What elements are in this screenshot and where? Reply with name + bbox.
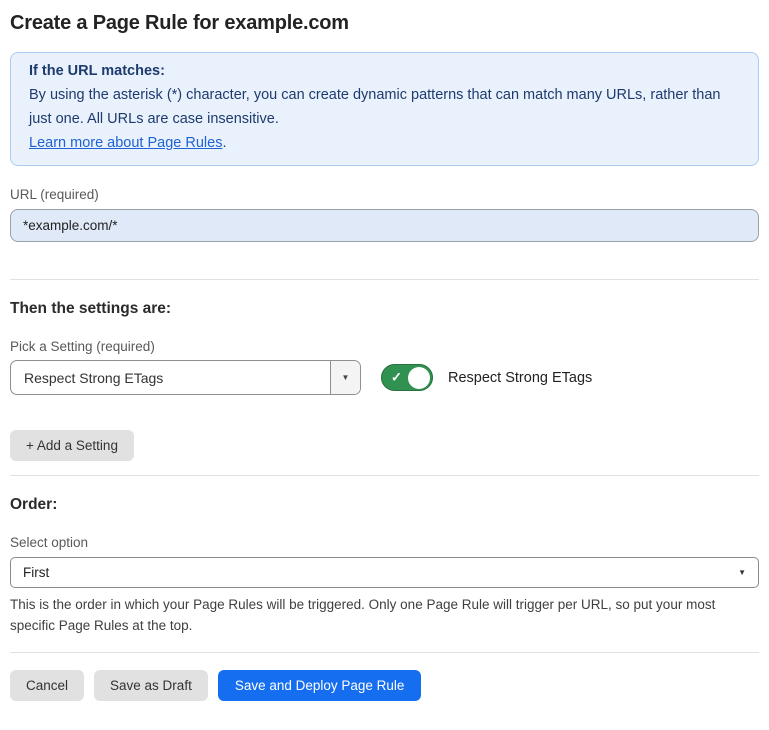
url-input[interactable] [10,209,759,242]
save-deploy-button[interactable]: Save and Deploy Page Rule [218,670,422,701]
cancel-button[interactable]: Cancel [10,670,84,701]
section-divider [10,475,759,476]
info-box-body: By using the asterisk (*) character, you… [29,83,740,131]
url-match-info-box: If the URL matches: By using the asteris… [10,52,759,166]
setting-toggle-label: Respect Strong ETags [448,370,592,386]
page-title: Create a Page Rule for example.com [10,12,759,35]
save-draft-button[interactable]: Save as Draft [94,670,208,701]
pick-setting-label: Pick a Setting (required) [10,339,759,354]
chevron-down-icon: ▼ [738,568,746,577]
info-box-heading: If the URL matches: [29,59,740,83]
toggle-knob [408,367,430,389]
order-help-text: This is the order in which your Page Rul… [10,594,759,636]
section-divider [10,279,759,280]
order-select-value: First [23,565,49,580]
setting-toggle[interactable]: ✓ [381,364,433,391]
setting-dropdown[interactable]: Respect Strong ETags ▼ [10,360,361,395]
create-page-rule-form: Create a Page Rule for example.com If th… [0,12,769,701]
add-setting-button[interactable]: + Add a Setting [10,430,134,461]
footer-actions: Cancel Save as Draft Save and Deploy Pag… [10,670,759,701]
settings-section-heading: Then the settings are: [10,300,759,318]
link-period: . [222,135,226,151]
url-label: URL (required) [10,187,759,202]
select-option-label: Select option [10,535,759,550]
setting-row: Respect Strong ETags ▼ ✓ Respect Strong … [10,360,759,395]
order-section-heading: Order: [10,496,759,514]
chevron-down-icon[interactable]: ▼ [330,361,360,394]
check-icon: ✓ [391,369,402,385]
setting-dropdown-value: Respect Strong ETags [11,370,163,386]
order-select[interactable]: First ▼ [10,557,759,588]
learn-more-link[interactable]: Learn more about Page Rules [29,135,222,151]
footer-divider [10,652,759,653]
info-box-link-line: Learn more about Page Rules. [29,131,740,155]
